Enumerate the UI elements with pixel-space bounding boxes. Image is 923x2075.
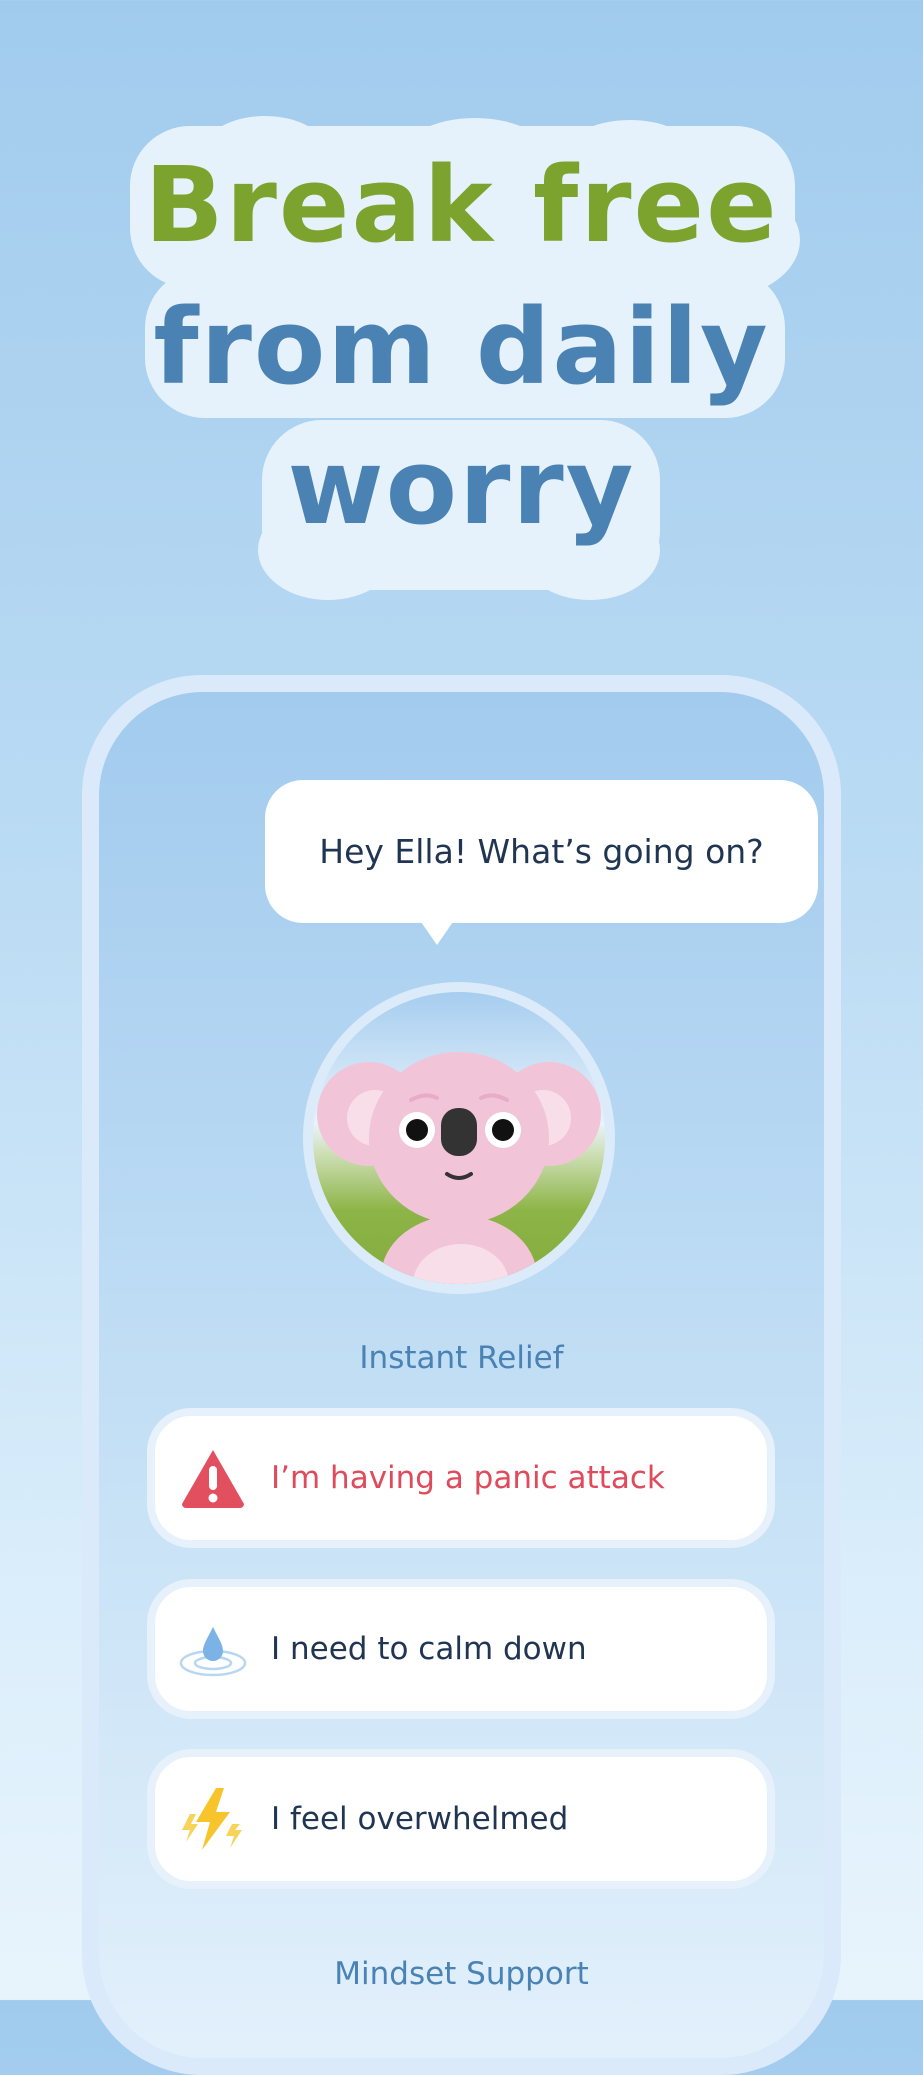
speech-bubble-tail [419, 919, 455, 945]
greeting-text: Hey Ella! What’s going on? [319, 832, 764, 871]
headline-line-2: from daily [153, 286, 770, 408]
headline: Break free from daily worry [0, 116, 923, 610]
koala-avatar [303, 982, 615, 1294]
option-overwhelmed[interactable]: I feel overwhelmed [147, 1749, 775, 1889]
koala-illustration [313, 992, 605, 1284]
phone-frame: Hey Ella! What’s going on? Instant Relie… [82, 675, 841, 2075]
section-label-instant-relief: Instant Relief [359, 1340, 564, 1376]
headline-line-3: worry [287, 426, 636, 548]
section-label-mindset-support: Mindset Support [334, 1956, 589, 1992]
warning-triangle-icon [175, 1440, 251, 1516]
option-label: I feel overwhelmed [271, 1801, 569, 1837]
option-panic-attack[interactable]: I’m having a panic attack [147, 1408, 775, 1548]
headline-line-1: Break free [144, 144, 779, 266]
speech-bubble: Hey Ella! What’s going on? [265, 780, 818, 945]
avatar-image [313, 992, 605, 1284]
phone-screen: Hey Ella! What’s going on? Instant Relie… [99, 692, 824, 2058]
option-label: I need to calm down [271, 1631, 587, 1667]
water-drop-icon [175, 1611, 251, 1687]
lightning-icon [175, 1781, 251, 1857]
option-label: I’m having a panic attack [271, 1460, 665, 1496]
option-calm-down[interactable]: I need to calm down [147, 1579, 775, 1719]
